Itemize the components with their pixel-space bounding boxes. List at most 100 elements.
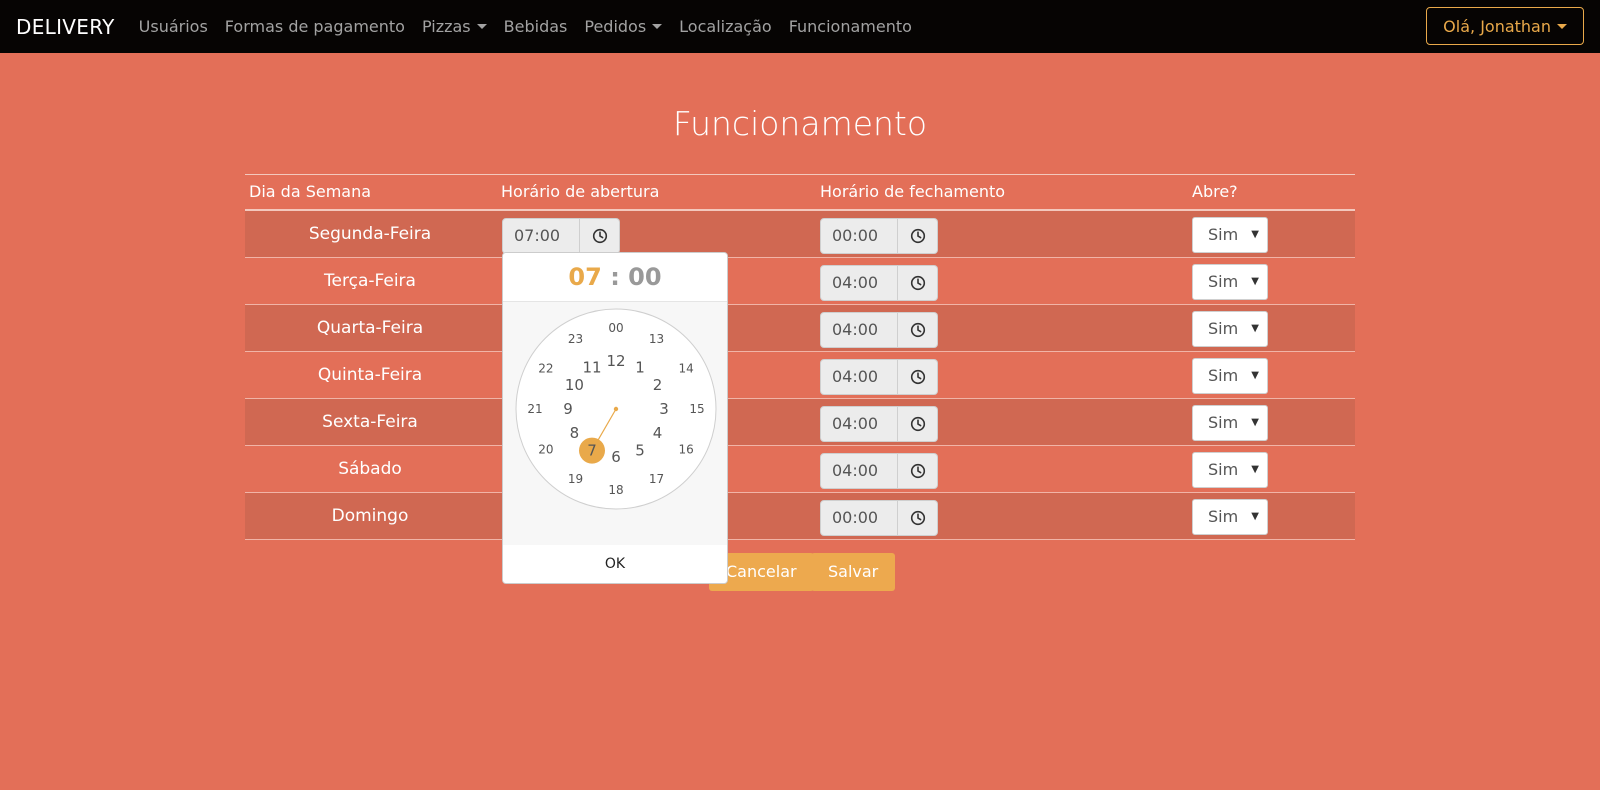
select-arrow-icon: ▼ <box>1251 464 1259 475</box>
opens-select-value: Sim <box>1208 319 1239 338</box>
nav-item-usuarios[interactable]: Usuários <box>139 17 208 36</box>
clock-separator: : <box>610 263 620 291</box>
closing-time-input[interactable]: 00:00 <box>820 500 898 536</box>
day-name: Segunda-Feira <box>308 224 432 244</box>
closing-time-group: 04:00 <box>820 265 938 301</box>
opens-select[interactable]: Sim ▼ <box>1192 264 1268 300</box>
closing-time-input[interactable]: 04:00 <box>820 453 898 489</box>
table-header: Dia da Semana Horário de abertura Horári… <box>245 174 1355 211</box>
header-opening: Horário de abertura <box>501 182 660 201</box>
clock-ok-button[interactable]: OK <box>503 545 727 583</box>
clock-hour-label-outer[interactable]: 18 <box>608 483 623 497</box>
table-body: Segunda-Feira 07:00 00:00 Sim ▼ Terça-Feira 04… <box>245 211 1355 540</box>
clock-hour-label[interactable]: 12 <box>606 352 625 370</box>
clock-hour-label-outer[interactable]: 23 <box>568 332 583 346</box>
closing-time-group: 00:00 <box>820 218 938 254</box>
clock-hour-label[interactable]: 4 <box>653 424 663 442</box>
clock-hour-label-outer[interactable]: 16 <box>679 443 694 457</box>
day-name: Domingo <box>331 506 409 526</box>
nav-item-formas-pagamento[interactable]: Formas de pagamento <box>225 17 405 36</box>
nav-item-funcionamento[interactable]: Funcionamento <box>789 17 912 36</box>
closing-time-input[interactable]: 00:00 <box>820 218 898 254</box>
clock-icon[interactable] <box>580 218 620 254</box>
clock-dial[interactable]: 12 1234567891011001314151617181920212223 <box>503 302 728 546</box>
navbar: DELIVERY Usuários Formas de pagamento Pi… <box>0 0 1600 53</box>
closing-time-group: 04:00 <box>820 406 938 442</box>
clock-minute-display[interactable]: 00 <box>628 263 661 291</box>
clock-hour-label-outer[interactable]: 00 <box>608 321 623 335</box>
closing-time-group: 04:00 <box>820 312 938 348</box>
day-name: Quinta-Feira <box>317 365 423 385</box>
opening-time-input[interactable]: 07:00 <box>502 218 580 254</box>
clock-hour-label[interactable]: 11 <box>582 358 601 376</box>
header-day: Dia da Semana <box>249 182 372 201</box>
day-name: Quarta-Feira <box>316 318 424 338</box>
day-name: Sexta-Feira <box>322 412 418 432</box>
opens-select[interactable]: Sim ▼ <box>1192 217 1268 253</box>
clock-hour-label[interactable]: 1 <box>635 358 645 376</box>
clock-icon[interactable] <box>898 500 938 536</box>
opens-select[interactable]: Sim ▼ <box>1192 499 1268 535</box>
table-row: Sábado 04:00 Sim ▼ <box>245 446 1355 493</box>
clock-hour-label[interactable]: 6 <box>611 448 621 466</box>
table-row: Segunda-Feira 07:00 00:00 Sim ▼ <box>245 211 1355 258</box>
nav-label: Funcionamento <box>788 17 912 36</box>
clock-icon[interactable] <box>898 265 938 301</box>
nav-item-pedidos[interactable]: Pedidos <box>584 17 663 36</box>
page-title: Funcionamento <box>672 104 928 143</box>
nav-item-localizacao[interactable]: Localização <box>679 17 772 36</box>
closing-time-group: 00:00 <box>820 500 938 536</box>
clock-hour-label[interactable]: 5 <box>635 442 645 460</box>
nav-label: Formas de pagamento <box>224 17 405 36</box>
clock-hour-display[interactable]: 07 <box>568 263 601 291</box>
table-row: Quinta-Feira 04:00 Sim ▼ <box>245 352 1355 399</box>
clock-icon[interactable] <box>898 218 938 254</box>
day-name: Terça-Feira <box>324 271 416 291</box>
clock-hour-label-outer[interactable]: 17 <box>649 472 664 486</box>
clock-hour-label-outer[interactable]: 14 <box>679 362 694 376</box>
clock-hour-label-outer[interactable]: 22 <box>538 362 553 376</box>
nav-label: Bebidas <box>503 17 568 36</box>
clock-hour-label-outer[interactable]: 19 <box>568 472 583 486</box>
clock-hour-label-outer[interactable]: 21 <box>527 402 542 416</box>
clock-hour-label[interactable]: 8 <box>570 424 580 442</box>
closing-time-group: 04:00 <box>820 359 938 395</box>
save-button[interactable]: Salvar <box>811 553 896 591</box>
user-menu-button[interactable]: Olá, Jonathan <box>1426 7 1584 45</box>
nav-item-pizzas[interactable]: Pizzas <box>422 17 487 36</box>
closing-time-input[interactable]: 04:00 <box>820 406 898 442</box>
clock-hour-label-outer[interactable]: 20 <box>538 443 553 457</box>
closing-time-input[interactable]: 04:00 <box>820 312 898 348</box>
nav-item-bebidas[interactable]: Bebidas <box>504 17 568 36</box>
nav-label: Usuários <box>138 17 208 36</box>
clock-hour-label[interactable]: 2 <box>653 376 663 394</box>
opens-select-value: Sim <box>1208 413 1239 432</box>
opens-select-value: Sim <box>1208 272 1239 291</box>
opens-select[interactable]: Sim ▼ <box>1192 358 1268 394</box>
closing-time-input[interactable]: 04:00 <box>820 359 898 395</box>
opens-select[interactable]: Sim ▼ <box>1192 405 1268 441</box>
table-row: Sexta-Feira 04:00 Sim ▼ <box>245 399 1355 446</box>
opens-select[interactable]: Sim ▼ <box>1192 452 1268 488</box>
clock-icon[interactable] <box>898 312 938 348</box>
nav-label: Pedidos <box>584 17 647 36</box>
clock-hour-label[interactable]: 3 <box>659 400 669 418</box>
clock-hour-label-outer[interactable]: 13 <box>649 332 664 346</box>
clock-center-dot <box>613 406 619 412</box>
clock-picker: 07 : 00 12 1 2 3 4 5 6 7 8 9 10 11 00 13 14 15 16 17 18 19 2… <box>502 252 728 584</box>
opens-select-value: Sim <box>1208 507 1239 526</box>
clock-hour-label[interactable]: 9 <box>563 400 573 418</box>
caret-down-icon <box>1557 23 1567 29</box>
opens-select[interactable]: Sim ▼ <box>1192 311 1268 347</box>
clock-hour-label[interactable]: 7 <box>587 442 597 460</box>
clock-icon[interactable] <box>898 359 938 395</box>
clock-icon[interactable] <box>898 406 938 442</box>
select-arrow-icon: ▼ <box>1251 370 1259 381</box>
clock-icon[interactable] <box>898 453 938 489</box>
brand-logo[interactable]: DELIVERY <box>16 15 115 39</box>
closing-time-input[interactable]: 04:00 <box>820 265 898 301</box>
table-row: Domingo 00:00 Sim ▼ <box>245 493 1355 540</box>
clock-hour-label-outer[interactable]: 15 <box>689 402 704 416</box>
clock-hour-label[interactable]: 10 <box>565 376 584 394</box>
opens-select-value: Sim <box>1208 225 1239 244</box>
